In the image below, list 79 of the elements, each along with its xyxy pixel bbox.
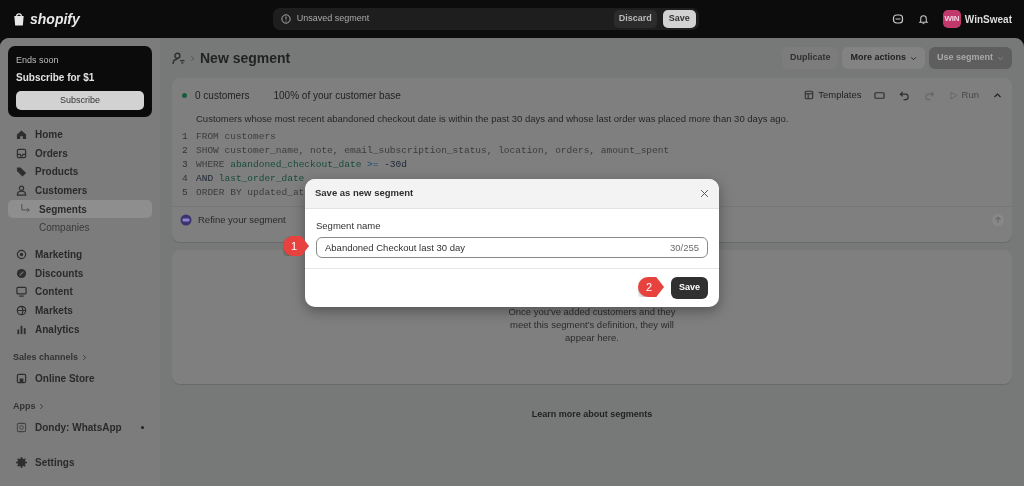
nav-item[interactable]: Orders bbox=[8, 143, 152, 163]
settings-item[interactable]: Settings bbox=[8, 453, 152, 472]
save-button[interactable]: Save bbox=[662, 10, 696, 28]
close-icon bbox=[700, 189, 709, 198]
discard-button[interactable]: Discard bbox=[613, 10, 657, 28]
caret-icon bbox=[997, 54, 1004, 62]
code-line-text: FROM customers bbox=[196, 131, 276, 143]
nav-item[interactable]: Content bbox=[8, 282, 152, 302]
person-icon bbox=[16, 184, 27, 196]
gear-icon bbox=[16, 457, 27, 469]
character-counter: 30/255 bbox=[669, 241, 699, 256]
code-line-text: SHOW customer_name, note, email_subscription_status, location, orders, amount_spent bbox=[196, 145, 670, 157]
line-number: 2 bbox=[182, 144, 189, 159]
nav-item[interactable]: Marketing bbox=[8, 245, 152, 264]
store-name[interactable]: WinSweat bbox=[964, 11, 1012, 27]
store-avatar[interactable]: WIN bbox=[942, 10, 961, 28]
field-label: Segment name bbox=[316, 219, 382, 233]
target-icon bbox=[16, 248, 27, 260]
empty-state-text: Once you've added customers and they meet this segment's definition, they will appear here. bbox=[507, 305, 677, 344]
nav-subitem[interactable]: Segments bbox=[8, 199, 152, 219]
status-dot-icon bbox=[182, 92, 187, 98]
refine-link[interactable]: Refine your segment bbox=[198, 213, 286, 228]
app-icon bbox=[16, 422, 27, 434]
redo-icon bbox=[923, 89, 935, 101]
nav-item[interactable]: Products bbox=[8, 162, 152, 182]
caret-icon bbox=[909, 54, 917, 62]
bell-icon bbox=[917, 13, 929, 25]
alert-icon bbox=[280, 14, 291, 24]
nav-item[interactable]: Customers bbox=[8, 181, 152, 200]
nav-item[interactable]: Discounts bbox=[8, 263, 152, 283]
chevron-icon bbox=[38, 402, 45, 410]
dot-icon bbox=[141, 426, 144, 430]
segment-description: Customers whose most recent abandoned checkout date is within the past 30 days and whose last order was placed more than 30 days ago. bbox=[195, 112, 790, 126]
code-line-text: WHERE abandoned_checkout_date >= -30d bbox=[196, 159, 407, 171]
logo-text: shopify bbox=[30, 9, 80, 29]
line-number: 4 bbox=[182, 172, 189, 187]
bar-chart-icon bbox=[16, 323, 27, 335]
line-number: 1 bbox=[182, 130, 189, 145]
template-icon bbox=[804, 90, 815, 100]
undo-icon bbox=[898, 89, 910, 101]
action-button[interactable]: More actions bbox=[842, 47, 925, 69]
page-title: New segment bbox=[200, 48, 291, 68]
play-icon bbox=[948, 90, 958, 100]
code-line-text: ORDER BY updated_at bbox=[196, 187, 305, 199]
nav-item[interactable]: Analytics bbox=[8, 319, 152, 339]
nav-subitem[interactable]: Companies bbox=[8, 218, 152, 238]
subscribe-button[interactable]: Subscribe bbox=[16, 90, 144, 110]
globe-icon bbox=[16, 305, 27, 317]
nav-item[interactable]: Dondy: WhatsApp bbox=[8, 418, 152, 437]
bag-icon bbox=[12, 12, 26, 26]
notice-text: Unsaved segment bbox=[296, 12, 370, 26]
dialog-title: Save as new segment bbox=[315, 186, 414, 201]
section-heading[interactable]: Apps bbox=[8, 399, 152, 414]
collapse-icon bbox=[993, 90, 1002, 100]
tag-icon bbox=[16, 166, 27, 178]
line-number: 5 bbox=[182, 186, 189, 201]
nav-item[interactable]: Online Store bbox=[8, 369, 152, 388]
person-filter-icon bbox=[172, 51, 185, 65]
customer-count: 0 customers bbox=[195, 88, 250, 103]
nav-item[interactable]: Home bbox=[8, 125, 152, 144]
promo-title: Subscribe for $1 bbox=[16, 70, 96, 85]
branch-icon bbox=[20, 203, 31, 215]
monitor-icon bbox=[16, 286, 27, 298]
chevron-icon bbox=[80, 353, 88, 361]
line-number: 3 bbox=[182, 158, 189, 173]
section-heading[interactable]: Sales channels bbox=[8, 350, 152, 365]
customer-share: 100% of your customer base bbox=[273, 88, 401, 103]
templates-button[interactable]: Templates bbox=[804, 87, 862, 103]
code-line-text: AND last_order_date bbox=[196, 173, 305, 185]
home-icon bbox=[16, 128, 27, 140]
keyboard-icon bbox=[873, 89, 885, 101]
send-icon bbox=[992, 214, 1004, 227]
promo-eyebrow: Ends soon bbox=[16, 54, 60, 67]
nav-item[interactable]: Markets bbox=[8, 301, 152, 320]
chevron-icon bbox=[189, 54, 196, 62]
save-button[interactable]: Save bbox=[670, 277, 708, 299]
inbox-icon bbox=[16, 147, 27, 159]
store-icon bbox=[16, 372, 27, 384]
learn-more-link[interactable]: Learn more about segments bbox=[531, 408, 653, 422]
